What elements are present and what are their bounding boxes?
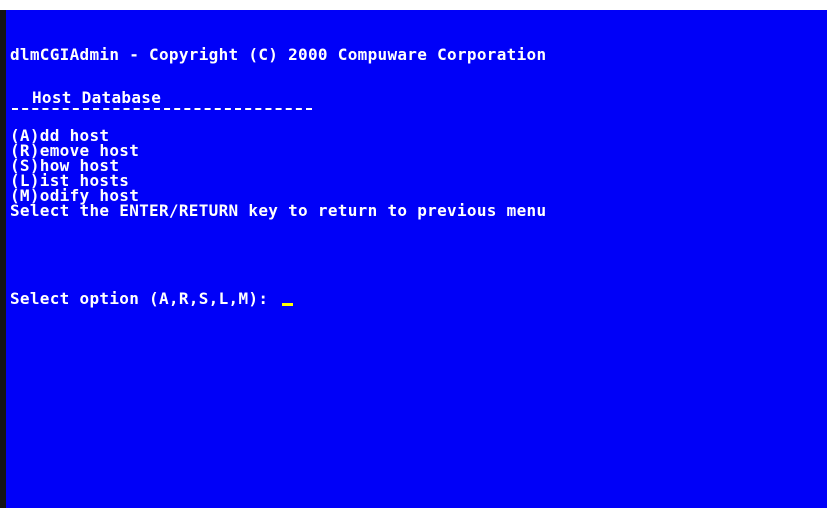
text-cursor[interactable] (282, 303, 294, 306)
heading-underline (12, 108, 312, 110)
section-heading: Host Database (32, 88, 162, 107)
terminal-window: dlmCGIAdmin - Copyright (C) 2000 Compuwa… (0, 0, 834, 508)
menu-list: (A)dd host (R)emove host (S)how host (L)… (6, 128, 546, 219)
console-screen[interactable]: dlmCGIAdmin - Copyright (C) 2000 Compuwa… (6, 10, 827, 508)
input-prompt[interactable]: Select option (A,R,S,L,M): (10, 289, 294, 308)
window-edge (827, 10, 834, 508)
return-hint: Select the ENTER/RETURN key to return to… (10, 201, 547, 220)
prompt-text: Select option (A,R,S,L,M): (10, 289, 279, 308)
console-title: dlmCGIAdmin - Copyright (C) 2000 Compuwa… (10, 45, 547, 64)
